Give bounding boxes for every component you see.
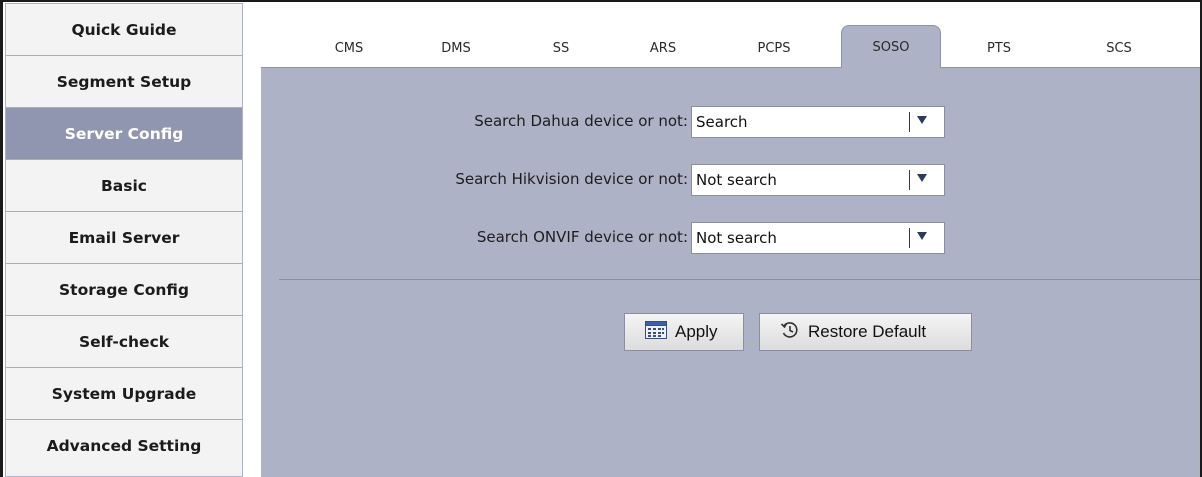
- tab-pcps[interactable]: PCPS: [739, 33, 809, 63]
- sidebar-item-server-config[interactable]: Server Config: [6, 108, 242, 160]
- search-onvif-label: Search ONVIF device or not:: [476, 228, 688, 246]
- soso-settings-panel: Search Dahua device or not: Search Searc…: [261, 67, 1200, 477]
- tab-scs[interactable]: SCS: [1089, 33, 1149, 63]
- dropdown-separator: [909, 112, 910, 132]
- sidebar-item-quick-guide[interactable]: Quick Guide: [6, 4, 242, 56]
- search-onvif-value: Not search: [696, 229, 777, 247]
- search-dahua-value: Search: [696, 113, 748, 131]
- chevron-down-icon[interactable]: [917, 174, 927, 182]
- apply-button[interactable]: Apply: [624, 313, 744, 351]
- sidebar-item-system-upgrade[interactable]: System Upgrade: [6, 368, 242, 420]
- sidebar-item-email-server[interactable]: Email Server: [6, 212, 242, 264]
- restore-default-button[interactable]: Restore Default: [759, 313, 972, 351]
- chevron-down-icon[interactable]: [917, 116, 927, 124]
- sidebar-item-storage-config[interactable]: Storage Config: [6, 264, 242, 316]
- tab-strip: CMS DMS SS ARS PCPS SOSO PTS SCS: [261, 3, 1200, 68]
- tab-cms[interactable]: CMS: [319, 33, 379, 63]
- search-dahua-select[interactable]: Search: [691, 106, 945, 138]
- search-hikvision-select[interactable]: Not search: [691, 164, 945, 196]
- calendar-icon: [645, 320, 667, 344]
- tab-ss[interactable]: SS: [536, 33, 586, 63]
- section-divider: [279, 279, 1200, 280]
- tab-dms[interactable]: DMS: [426, 33, 486, 63]
- dropdown-separator: [909, 228, 910, 248]
- apply-label: Apply: [675, 322, 718, 341]
- sidebar-item-basic[interactable]: Basic: [6, 160, 242, 212]
- sidebar-item-segment-setup[interactable]: Segment Setup: [6, 56, 242, 108]
- main-content: CMS DMS SS ARS PCPS SOSO PTS SCS Search …: [261, 3, 1200, 477]
- tab-soso[interactable]: SOSO: [841, 25, 941, 68]
- dropdown-separator: [909, 170, 910, 190]
- sidebar-item-self-check[interactable]: Self-check: [6, 316, 242, 368]
- sidebar-item-advanced-setting[interactable]: Advanced Setting: [6, 420, 242, 472]
- search-hikvision-label: Search Hikvision device or not:: [455, 170, 688, 188]
- sidebar: Quick Guide Segment Setup Server Config …: [5, 3, 243, 477]
- tab-ars[interactable]: ARS: [633, 33, 693, 63]
- search-dahua-label: Search Dahua device or not:: [474, 112, 688, 130]
- search-onvif-select[interactable]: Not search: [691, 222, 945, 254]
- restore-default-label: Restore Default: [808, 322, 927, 341]
- history-icon: [780, 320, 800, 345]
- search-hikvision-value: Not search: [696, 171, 777, 189]
- chevron-down-icon[interactable]: [917, 232, 927, 240]
- tab-pts[interactable]: PTS: [969, 33, 1029, 63]
